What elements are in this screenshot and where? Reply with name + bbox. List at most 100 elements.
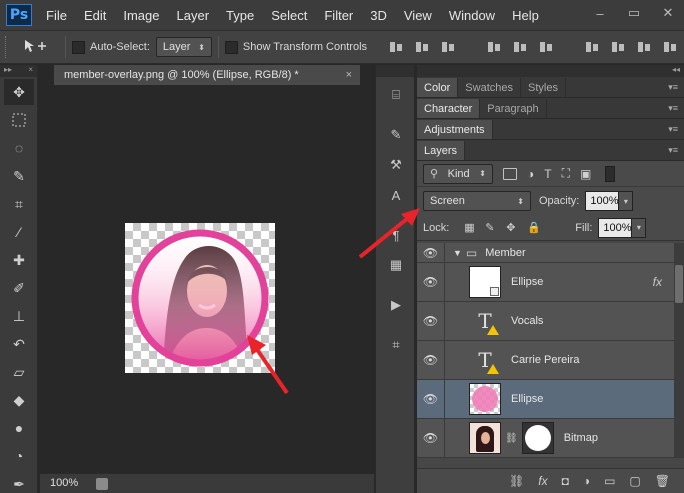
pen-tool-button[interactable]: ✒ (4, 471, 34, 493)
tab-color[interactable]: Color (417, 78, 459, 97)
menu-help[interactable]: Help (512, 8, 539, 23)
tab-styles[interactable]: Styles (521, 78, 566, 97)
panels-header[interactable]: ◂◂ (417, 65, 684, 77)
align-hcenter-icon[interactable] (512, 39, 528, 55)
layer-row-member-group[interactable]: 👁 ▼ ▭ Member (417, 243, 684, 263)
opacity-input[interactable]: 100% (585, 191, 620, 211)
tab-swatches[interactable]: Swatches (458, 78, 521, 97)
auto-select-target-dropdown[interactable]: Layer ⬍ (155, 37, 212, 57)
show-transform-checkbox[interactable] (224, 40, 238, 54)
tab-paragraph[interactable]: Paragraph (480, 99, 547, 118)
document-image[interactable] (125, 223, 275, 373)
eraser-tool-button[interactable]: ▱ (4, 359, 34, 385)
layers-scrollbar[interactable] (674, 243, 684, 457)
status-info-icon[interactable] (96, 477, 108, 490)
move-tool-button[interactable]: ✥ (4, 79, 34, 105)
dodge-tool-button[interactable]: ◔ (4, 443, 34, 469)
actions-panel-icon[interactable]: ▶ (383, 293, 409, 317)
layer-row-carrie-pereira[interactable]: 👁 T Carrie Pereira (417, 341, 684, 380)
history-brush-tool-button[interactable]: ↶ (4, 331, 34, 357)
clone-stamp-tool-button[interactable]: ⊥ (4, 303, 34, 329)
blend-mode-dropdown[interactable]: Screen ⬍ (423, 191, 531, 211)
eye-icon[interactable]: 👁 (417, 419, 445, 457)
align-left-icon[interactable] (486, 39, 502, 55)
align-top-icon[interactable] (388, 39, 404, 55)
tool-presets-icon[interactable]: ⚒ (383, 153, 409, 177)
healing-brush-tool-button[interactable]: ✚ (4, 247, 34, 273)
layer-row-ellipse-shape[interactable]: 👁 Ellipse fx (417, 263, 684, 302)
brush-tool-button[interactable]: ✐ (4, 275, 34, 301)
layer-row-ellipse-selected[interactable]: 👁 Ellipse (417, 380, 684, 419)
lock-position-icon[interactable]: ✥ (506, 222, 518, 234)
brush-presets-icon[interactable]: ✎ (383, 123, 409, 147)
type-filter-icon[interactable]: T (544, 167, 551, 181)
close-tab-icon[interactable]: × (346, 69, 352, 81)
eye-icon[interactable]: 👁 (417, 302, 445, 340)
pixel-filter-icon[interactable] (503, 167, 517, 180)
menu-image[interactable]: Image (123, 8, 159, 23)
maximize-icon[interactable]: ▭ (624, 4, 644, 22)
eye-icon[interactable]: 👁 (417, 243, 445, 262)
link-icon[interactable]: ⛓ (505, 433, 518, 444)
auto-select-checkbox[interactable] (72, 40, 85, 54)
align-vcenter-icon[interactable] (414, 39, 430, 55)
lock-all-icon[interactable]: 🔒 (527, 222, 541, 234)
lock-image-icon[interactable]: ✎ (485, 222, 497, 234)
shape-filter-icon[interactable]: ⛶ (562, 166, 570, 181)
align-bottom-icon[interactable] (440, 39, 456, 55)
eye-icon[interactable]: 👁 (417, 380, 445, 418)
distribute-top-icon[interactable] (584, 39, 600, 55)
scrollbar-thumb[interactable] (675, 265, 683, 303)
crop-tool-button[interactable]: ⌗ (4, 191, 34, 217)
opacity-dropdown-icon[interactable]: ▾ (619, 191, 634, 211)
adjustment-filter-icon[interactable]: ◑ (527, 167, 534, 181)
minimize-icon[interactable]: – (590, 4, 610, 22)
menu-3d[interactable]: 3D (370, 8, 387, 23)
paint-bucket-tool-button[interactable]: ◆ (4, 387, 34, 413)
panel-menu-icon[interactable]: ▾≡ (668, 82, 678, 93)
menu-filter[interactable]: Filter (324, 8, 353, 23)
trash-icon[interactable]: 🗑 (655, 474, 670, 488)
zoom-level[interactable]: 100% (50, 477, 90, 491)
lock-transparent-icon[interactable]: ▦ (464, 222, 476, 234)
filter-toggle-switch[interactable] (605, 165, 616, 182)
panel-menu-icon[interactable]: ▾≡ (668, 124, 678, 135)
tab-adjustments[interactable]: Adjustments (417, 120, 493, 139)
new-adjustment-icon[interactable]: ◑ (583, 474, 590, 488)
eyedropper-tool-button[interactable]: ⁄ (4, 219, 34, 245)
menu-file[interactable]: File (46, 8, 67, 23)
distribute-vcenter-icon[interactable] (610, 39, 626, 55)
marquee-tool-button[interactable] (4, 107, 34, 133)
tools-panel-header[interactable]: ▸▸ × (0, 65, 37, 77)
link-layers-icon[interactable]: ⛓ (509, 474, 524, 488)
kind-filter-dropdown[interactable]: ⚲ Kind ⬍ (423, 163, 493, 184)
align-right-icon[interactable] (538, 39, 554, 55)
distribute-bottom-icon[interactable] (636, 39, 652, 55)
paragraph-panel-icon[interactable]: ¶ (383, 223, 409, 247)
blur-tool-button[interactable]: ● (4, 415, 34, 441)
menu-window[interactable]: Window (449, 8, 495, 23)
document-tab[interactable]: member-overlay.png @ 100% (Ellipse, RGB/… (54, 65, 360, 85)
fx-icon[interactable]: fx (653, 275, 662, 289)
menu-edit[interactable]: Edit (84, 8, 106, 23)
info-panel-icon[interactable]: ⌗ (383, 333, 409, 357)
new-layer-icon[interactable]: ▢ (629, 474, 640, 488)
close-icon[interactable]: ✕ (658, 4, 678, 22)
dock-strip-header[interactable] (376, 65, 414, 77)
move-tool-icon[interactable] (23, 38, 59, 57)
lasso-tool-button[interactable]: ◌ (4, 135, 34, 161)
menu-view[interactable]: View (404, 8, 432, 23)
distribute-left-icon[interactable] (662, 39, 678, 55)
smart-object-filter-icon[interactable]: ▣ (580, 167, 591, 181)
eye-icon[interactable]: 👁 (417, 263, 445, 301)
fill-input[interactable]: 100% (598, 217, 633, 238)
menu-layer[interactable]: Layer (177, 8, 210, 23)
chevron-down-icon[interactable]: ▼ (453, 248, 462, 258)
panel-menu-icon[interactable]: ▾≡ (668, 145, 678, 156)
options-grip[interactable] (5, 36, 9, 58)
quick-select-tool-button[interactable]: ✎ (4, 163, 34, 189)
menu-select[interactable]: Select (271, 8, 307, 23)
layer-comps-icon[interactable]: ▦ (383, 253, 409, 277)
add-mask-icon[interactable]: ◘ (562, 474, 569, 488)
fill-dropdown-icon[interactable]: ▾ (632, 217, 647, 238)
